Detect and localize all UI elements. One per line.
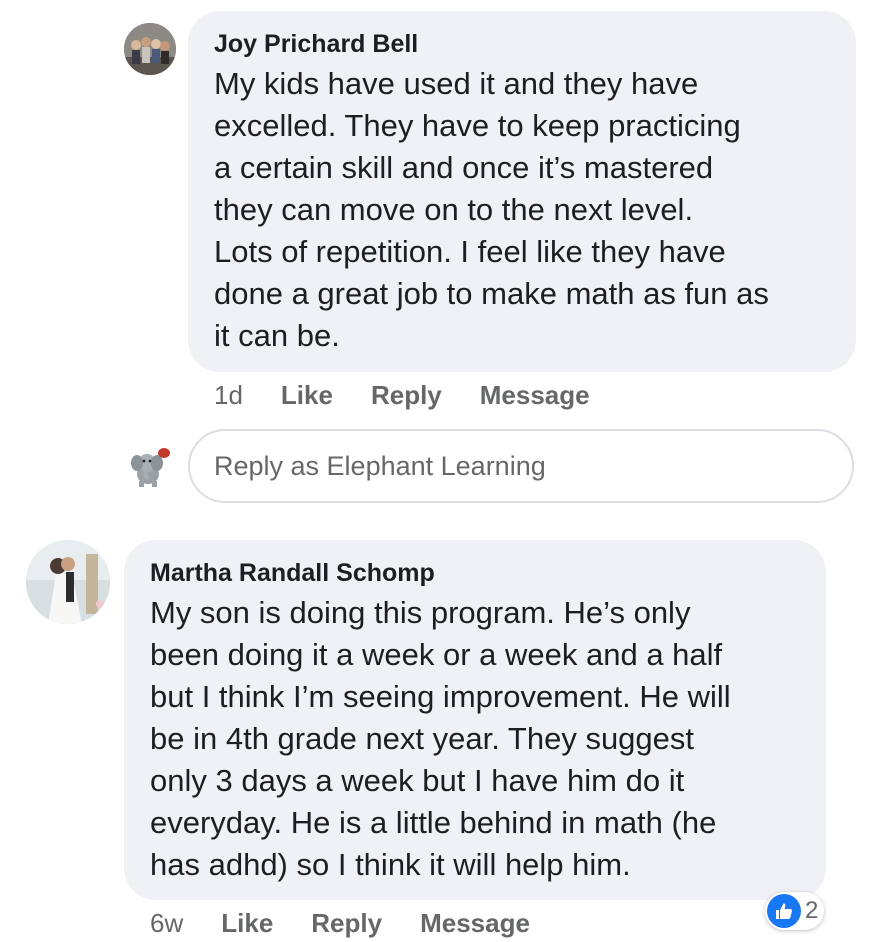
comment-thread: Joy Prichard Bell My kids have used it a…	[0, 0, 882, 942]
comment-text: My son is doing this program. He’s only …	[150, 595, 731, 882]
comment-timestamp[interactable]: 1d	[214, 380, 243, 411]
comment-actions: 1d Like Reply Message	[214, 377, 628, 413]
message-button[interactable]: Message	[480, 380, 590, 411]
message-button[interactable]: Message	[420, 908, 530, 939]
page-avatar	[124, 441, 176, 493]
reply-button[interactable]: Reply	[371, 380, 442, 411]
reaction-count: 2	[805, 897, 819, 924]
comment-author[interactable]: Joy Prichard Bell	[214, 29, 830, 59]
comment-actions: 6w Like Reply Message	[150, 905, 568, 941]
comment-author[interactable]: Martha Randall Schomp	[150, 558, 800, 588]
reply-button[interactable]: Reply	[311, 908, 382, 939]
comment-text: My kids have used it and they have excel…	[214, 66, 769, 353]
avatar[interactable]	[26, 540, 110, 624]
comment-bubble: Joy Prichard Bell My kids have used it a…	[188, 11, 856, 372]
avatar[interactable]	[124, 23, 176, 75]
comment-bubble: Martha Randall Schomp My son is doing th…	[124, 540, 826, 900]
like-button[interactable]: Like	[221, 908, 273, 939]
reply-input[interactable]: Reply as Elephant Learning	[188, 429, 854, 503]
thumbs-up-icon	[767, 894, 801, 928]
reaction-count-badge[interactable]: 2	[765, 892, 825, 930]
like-button[interactable]: Like	[281, 380, 333, 411]
comment-timestamp[interactable]: 6w	[150, 908, 183, 939]
elephant-icon	[124, 441, 176, 493]
reply-input-placeholder: Reply as Elephant Learning	[214, 450, 546, 481]
